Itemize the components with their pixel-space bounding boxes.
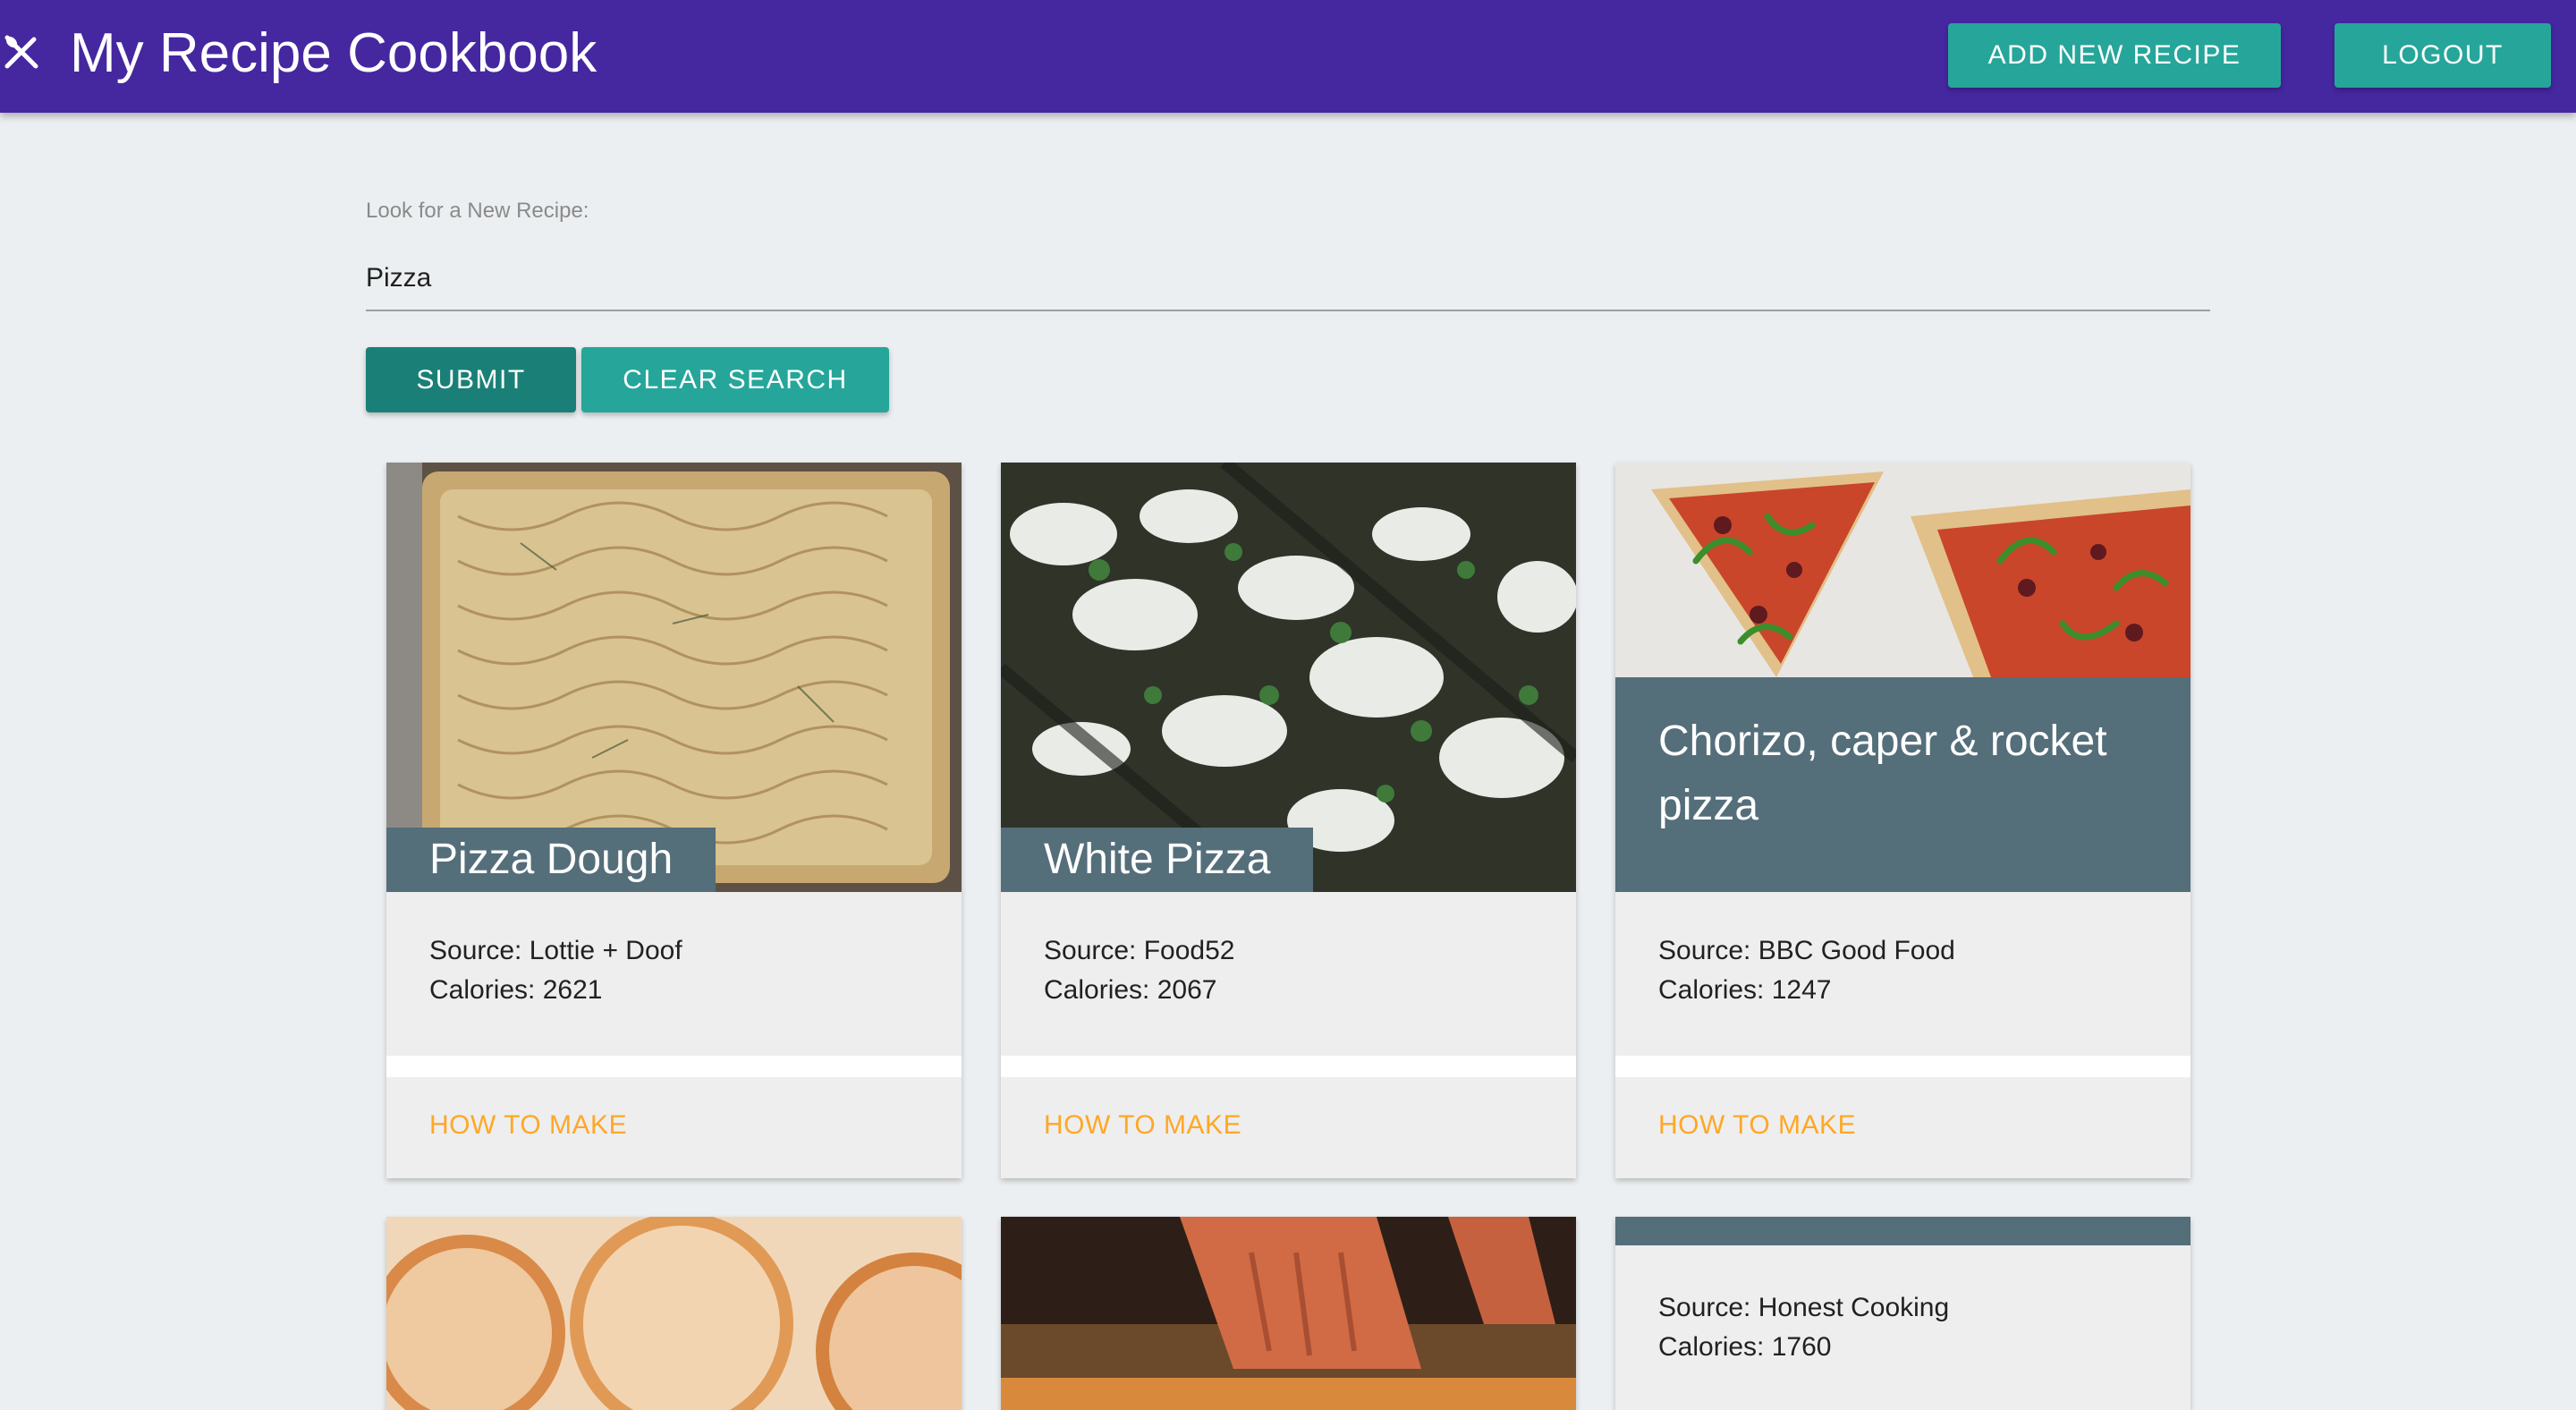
chorizo-pizza-image [1615,463,2190,677]
recipe-card [369,1212,1013,1410]
how-to-make-link[interactable]: HOW TO MAKE [429,1110,627,1141]
recipe-card [1001,1217,1576,1410]
recipe-title: White Pizza [1001,828,1314,892]
recipe-source: Source: Food52 [1044,936,1235,965]
recipe-card: Source: Honest Cooking Calories: 1760 [1615,1217,2190,1410]
recipe-source: Source: Honest Cooking [1658,1293,1950,1322]
recipe-image: Chorizo, caper & rocket pizza [1615,463,2190,892]
app-title: My Recipe Cookbook [70,22,597,84]
recipe-card: Chorizo, caper & rocket pizza Source: BB… [1615,463,2190,1178]
recipe-source: Source: BBC Good Food [1658,936,1955,965]
card-divider [1615,1056,2190,1077]
card-divider [386,1056,962,1077]
utensils-icon [4,35,38,69]
recipe-title-bar [1615,1217,2190,1245]
recipe-calories: Calories: 2621 [429,975,603,1005]
submit-button[interactable]: SUBMIT [366,347,576,412]
app-header: My Recipe Cookbook ADD NEW RECIPE LOGOUT [0,0,2576,113]
logout-button[interactable]: LOGOUT [2334,23,2551,88]
clear-search-button[interactable]: CLEAR SEARCH [581,347,889,412]
recipe-title: Chorizo, caper & rocket pizza [1615,677,2190,892]
recipe-source: Source: Lottie + Doof [429,936,682,965]
recipe-calories: Calories: 1760 [1658,1332,1832,1362]
recipe-calories: Calories: 2067 [1044,975,1217,1005]
recipe-image: White Pizza [1001,463,1576,892]
how-to-make-link[interactable]: HOW TO MAKE [1658,1110,1856,1141]
doughnut-holes-image [369,1212,1013,1410]
recipe-calories: Calories: 1247 [1658,975,1832,1005]
pizza-making-image [1001,1217,1576,1410]
search-label: Look for a New Recipe: [366,199,589,223]
recipe-card: White Pizza Source: Food52 Calories: 206… [1001,463,1576,1178]
card-divider [1001,1056,1576,1077]
recipe-image: Pizza Dough [386,463,962,892]
recipe-card: Pizza Dough Source: Lottie + Doof Calori… [386,463,962,1178]
add-new-recipe-button[interactable]: ADD NEW RECIPE [1948,23,2281,88]
search-input[interactable] [366,247,2210,311]
how-to-make-link[interactable]: HOW TO MAKE [1044,1110,1241,1141]
recipe-title: Pizza Dough [386,828,716,892]
